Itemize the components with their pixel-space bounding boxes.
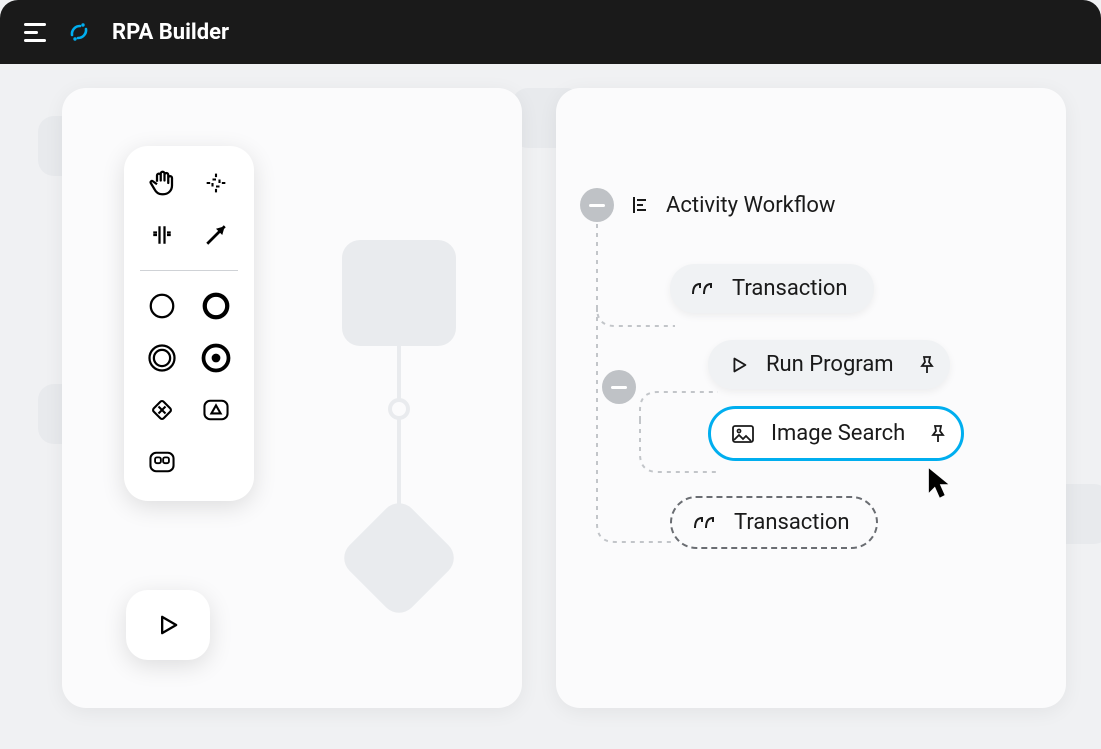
app-header: RPA Builder [0,0,1101,64]
collapse-child-button[interactable] [602,370,636,404]
circle-tool[interactable] [140,287,184,325]
circle-bold-tool[interactable] [194,287,238,325]
run-program-node[interactable]: Run Program [708,340,950,389]
hand-tool[interactable] [140,164,184,202]
tool-palette [124,146,254,501]
node-label: Transaction [734,510,850,535]
node-label: Transaction [732,276,848,301]
run-button[interactable] [126,590,210,660]
play-icon [728,354,750,376]
crop-tool[interactable] [194,164,238,202]
transaction-icon [690,278,716,300]
double-circle-tool[interactable] [140,339,184,377]
node-label: Image Search [771,421,905,446]
workflow-panel: Activity Workflow Transaction [556,88,1066,708]
transaction-node[interactable]: Transaction [670,264,874,313]
root-label: Activity Workflow [666,193,835,218]
diamond-tool[interactable] [140,391,184,429]
app-title: RPA Builder [112,20,229,45]
split-tool[interactable] [140,216,184,254]
triangle-box-tool[interactable] [194,391,238,429]
pin-icon [929,424,947,444]
target-tool[interactable] [194,339,238,377]
canvas-connector-dot [388,398,410,420]
workflow-tree: Activity Workflow Transaction [574,188,1056,222]
connector-tool[interactable] [194,216,238,254]
canvas-node-diamond[interactable] [337,496,461,620]
grouped-box-tool[interactable] [140,443,184,481]
canvas-node-rect[interactable] [342,240,456,346]
play-icon [154,611,182,639]
transaction-icon [692,512,718,534]
transaction-drop-target[interactable]: Transaction [670,496,878,549]
node-label: Run Program [766,352,894,377]
app-logo-icon [66,19,92,45]
pin-button[interactable] [929,424,947,444]
workspace: Activity Workflow Transaction [0,64,1101,749]
collapse-root-button[interactable] [580,188,614,222]
pin-icon [918,355,936,375]
image-icon [731,424,755,444]
image-search-node[interactable]: Image Search [708,406,964,461]
canvas-connector [397,346,401,514]
menu-button[interactable] [24,23,46,42]
canvas-panel [62,88,522,708]
pin-button[interactable] [918,355,936,375]
workflow-icon [628,193,652,217]
